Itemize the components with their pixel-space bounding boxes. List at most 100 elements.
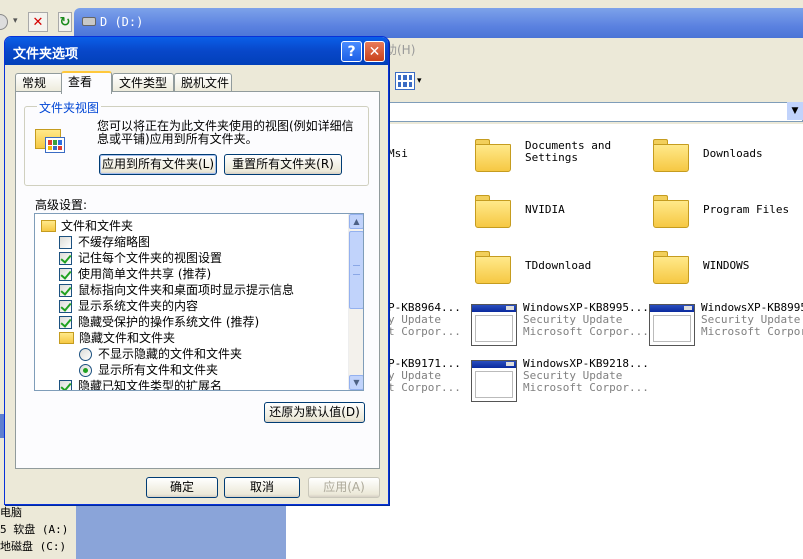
tree-item-floppy[interactable]: 5 软盘 (A:)	[0, 521, 68, 537]
list-item[interactable]: NVIDIA	[473, 192, 633, 242]
folder-options-dialog: 文件夹选项 ? ✕ 常规 查看 文件类型 脱机文件 文件夹视图 您可以将正在为此…	[4, 36, 389, 505]
reset-all-folders-button[interactable]: 重置所有文件夹(R)	[224, 154, 342, 175]
list-item[interactable]: WINDOWS	[651, 248, 801, 298]
setting-label: 文件和文件夹	[61, 219, 134, 233]
explorer-toolbar-views: ▾	[385, 60, 803, 100]
folder-icon	[473, 248, 513, 286]
list-item[interactable]: Msi	[385, 148, 455, 198]
scrollbar[interactable]: ▲ ▼	[348, 214, 363, 390]
advanced-settings-list[interactable]: 文件和文件夹不缓存缩略图记住每个文件夹的视图设置 使用简单文件共享 (推荐) 鼠标指…	[34, 213, 364, 391]
close-icon: ✕	[368, 43, 381, 60]
scroll-up-button[interactable]: ▲	[349, 214, 363, 229]
file-name: TDdownload	[525, 259, 592, 272]
setting-label: 记住每个文件夹的视图设置	[78, 251, 223, 265]
setting-label: 鼠标指向文件夹和桌面项时显示提示信息	[78, 283, 295, 297]
list-item[interactable]: Program Files	[651, 192, 801, 242]
tab-general[interactable]: 常规	[15, 73, 63, 93]
tree-item-local-disk[interactable]: 地磁盘 (C:)	[0, 538, 66, 554]
advanced-settings-label: 高级设置:	[35, 198, 88, 212]
tab-file-types[interactable]: 文件类型	[112, 73, 174, 93]
list-item[interactable]: WindowsXP-KB8995... Security Update Micr…	[471, 300, 649, 350]
file-company: Microsoft Corpor...	[523, 381, 649, 394]
program-icon	[649, 304, 695, 346]
list-item[interactable]: P-KB8964... y Update t Corpor...	[385, 300, 465, 350]
setting-label: 显示所有文件和文件夹	[98, 363, 219, 377]
views-icon	[395, 72, 415, 90]
folder-icon	[651, 248, 691, 286]
setting-label: 隐藏受保护的操作系统文件 (推荐)	[78, 315, 260, 329]
tree-item-computer[interactable]: 电脑	[0, 504, 22, 520]
tab-view[interactable]: 查看	[61, 71, 112, 94]
folder-views-group: 文件夹视图 您可以将正在为此文件夹使用的视图(例如详细信息或平铺)应用到所有文件…	[24, 99, 369, 186]
views-button[interactable]: ▾	[395, 70, 425, 92]
window-title: D (D:)	[100, 15, 144, 29]
list-item[interactable]: P-KB9171... y Update t Corpor...	[385, 356, 465, 406]
list-item[interactable]: Downloads	[651, 136, 801, 186]
drive-icon	[82, 17, 96, 26]
address-input[interactable]	[385, 102, 803, 122]
file-company: Microsoft Corpor...	[701, 325, 803, 338]
help-button[interactable]: ?	[341, 41, 362, 62]
ok-button[interactable]: 确定	[146, 477, 218, 498]
back-button-edge[interactable]	[0, 14, 8, 30]
setting-checkbox[interactable]	[59, 380, 72, 390]
folder-icon	[651, 136, 691, 174]
scroll-thumb[interactable]	[349, 231, 363, 309]
file-name: Downloads	[703, 147, 763, 160]
folder-icon	[41, 220, 56, 232]
address-bar: ▼	[385, 100, 803, 124]
list-item[interactable]: WindowsXP-KB9218... Security Update Micr…	[471, 356, 649, 406]
setting-checkbox[interactable]	[59, 236, 72, 249]
view-tab-panel: 文件夹视图 您可以将正在为此文件夹使用的视图(例如详细信息或平铺)应用到所有文件…	[15, 91, 380, 469]
explorer-menubar: 助(H)	[385, 38, 803, 60]
setting-label: 使用简单文件共享 (推荐)	[78, 267, 212, 281]
stop-icon[interactable]: ✕	[28, 12, 48, 32]
dialog-titlebar[interactable]: 文件夹选项 ? ✕	[5, 37, 388, 65]
file-company: t Corpor...	[388, 325, 461, 338]
setting-label: 不显示隐藏的文件和文件夹	[98, 347, 243, 361]
restore-defaults-button[interactable]: 还原为默认值(D)	[264, 402, 365, 423]
cancel-button[interactable]: 取消	[224, 477, 300, 498]
chevron-down-icon: ▾	[417, 76, 422, 86]
program-icon	[471, 304, 517, 346]
setting-label: 显示系统文件夹的内容	[78, 299, 199, 313]
chevron-down-icon[interactable]: ▾	[13, 16, 18, 26]
setting-radio[interactable]	[79, 348, 92, 361]
menu-help[interactable]: 助(H)	[385, 41, 415, 58]
list-item[interactable]: Documents and Settings	[473, 136, 633, 186]
explorer-task-pane	[76, 500, 286, 559]
file-list: Msi Documents and Settings Downloads NVI…	[385, 124, 803, 559]
setting-label: 不缓存缩略图	[78, 235, 151, 249]
close-button[interactable]: ✕	[364, 41, 385, 62]
folder-icon	[651, 192, 691, 230]
tab-offline-files[interactable]: 脱机文件	[174, 73, 232, 93]
file-company: t Corpor...	[388, 381, 461, 394]
file-name: WINDOWS	[703, 259, 750, 272]
folder-icon	[59, 332, 74, 344]
setting-checkbox[interactable]	[59, 268, 72, 281]
scroll-down-button[interactable]: ▼	[349, 375, 363, 390]
file-name: Program Files	[703, 203, 790, 216]
folder-views-icon	[35, 125, 67, 155]
file-name: Documents and Settings	[525, 139, 612, 164]
address-dropdown-button[interactable]: ▼	[787, 102, 803, 120]
setting-label: 隐藏已知文件类型的扩展名	[78, 379, 223, 391]
folder-views-description: 您可以将正在为此文件夹使用的视图(例如详细信息或平铺)应用到所有文件夹。	[97, 119, 354, 146]
setting-checkbox[interactable]	[59, 300, 72, 313]
refresh-icon[interactable]: ↻	[58, 12, 72, 32]
apply-to-all-folders-button[interactable]: 应用到所有文件夹(L)	[99, 154, 217, 175]
folder-icon	[473, 192, 513, 230]
explorer-titlebar: D (D:)	[74, 8, 803, 38]
setting-checkbox[interactable]	[59, 316, 72, 329]
file-name: NVIDIA	[525, 203, 565, 216]
setting-radio[interactable]	[79, 364, 92, 377]
setting-checkbox[interactable]	[59, 284, 72, 297]
setting-checkbox[interactable]	[59, 252, 72, 265]
help-icon: ?	[347, 43, 356, 60]
list-item[interactable]: TDdownload	[473, 248, 633, 298]
apply-button[interactable]: 应用(A)	[308, 477, 380, 498]
file-name: Msi	[388, 147, 408, 160]
list-item[interactable]: WindowsXP-KB8995... Security Update Micr…	[649, 300, 803, 350]
file-company: Microsoft Corpor...	[523, 325, 649, 338]
setting-label: 隐藏文件和文件夹	[79, 331, 176, 345]
